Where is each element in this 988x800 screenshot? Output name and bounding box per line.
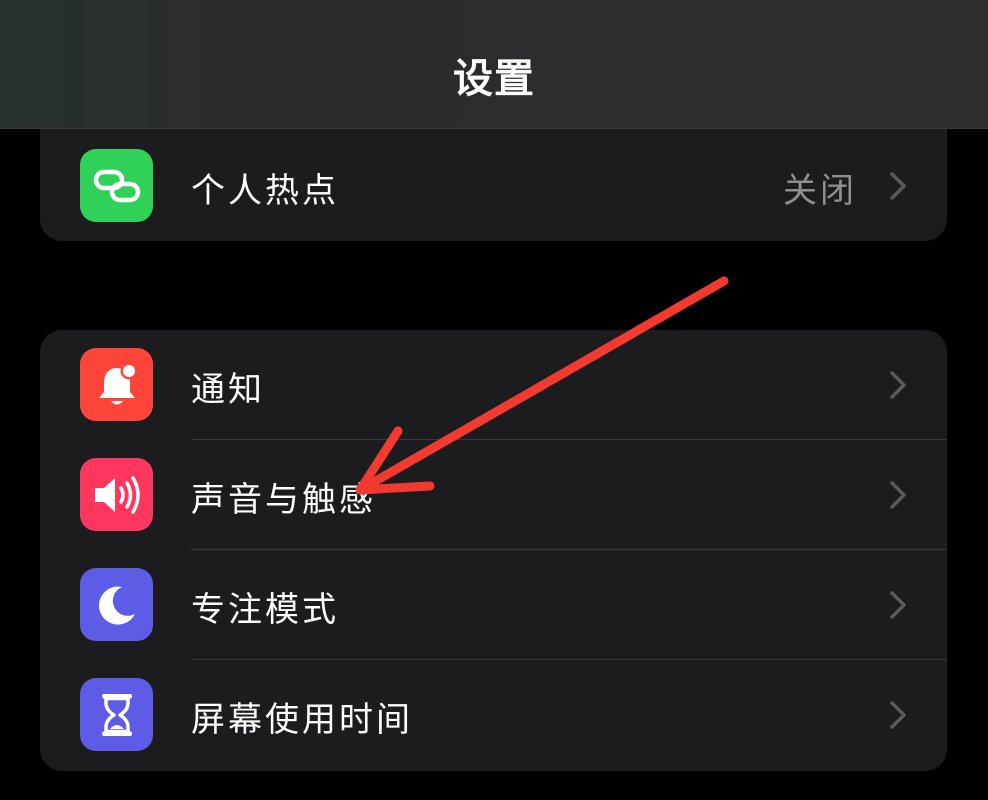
hourglass-icon — [80, 678, 153, 751]
settings-group-general: 通知 声音与触感 专注模式 屏幕使用时间 — [40, 330, 947, 771]
settings-row-notifications[interactable]: 通知 — [40, 330, 947, 440]
settings-row-focus[interactable]: 专注模式 — [40, 550, 947, 660]
settings-row-screen-time[interactable]: 屏幕使用时间 — [40, 660, 947, 770]
settings-row-label: 屏幕使用时间 — [191, 700, 413, 740]
moon-icon — [80, 568, 153, 641]
navigation-bar: 设置 — [0, 0, 988, 129]
chevron-right-icon — [890, 481, 906, 509]
chevron-right-icon — [890, 371, 906, 399]
page-title: 设置 — [453, 56, 535, 102]
chevron-right-icon — [890, 172, 906, 200]
link-icon — [80, 149, 153, 222]
bell-badge-icon — [80, 348, 153, 421]
settings-row-personal-hotspot[interactable]: 个人热点 关闭 — [40, 131, 947, 241]
settings-row-sounds-haptics[interactable]: 声音与触感 — [40, 440, 947, 550]
settings-row-label: 个人热点 — [191, 171, 339, 211]
settings-row-label: 声音与触感 — [191, 480, 376, 520]
hotspot-status-value: 关闭 — [783, 171, 857, 211]
settings-screen: 设置 个人热点 关闭 通知 声音与触感 专注模式 屏幕使用时间 — [0, 0, 988, 800]
speaker-wave-icon — [80, 458, 153, 531]
chevron-right-icon — [890, 701, 906, 729]
chevron-right-icon — [890, 591, 906, 619]
settings-row-label: 通知 — [191, 370, 265, 410]
settings-row-label: 专注模式 — [191, 590, 339, 630]
